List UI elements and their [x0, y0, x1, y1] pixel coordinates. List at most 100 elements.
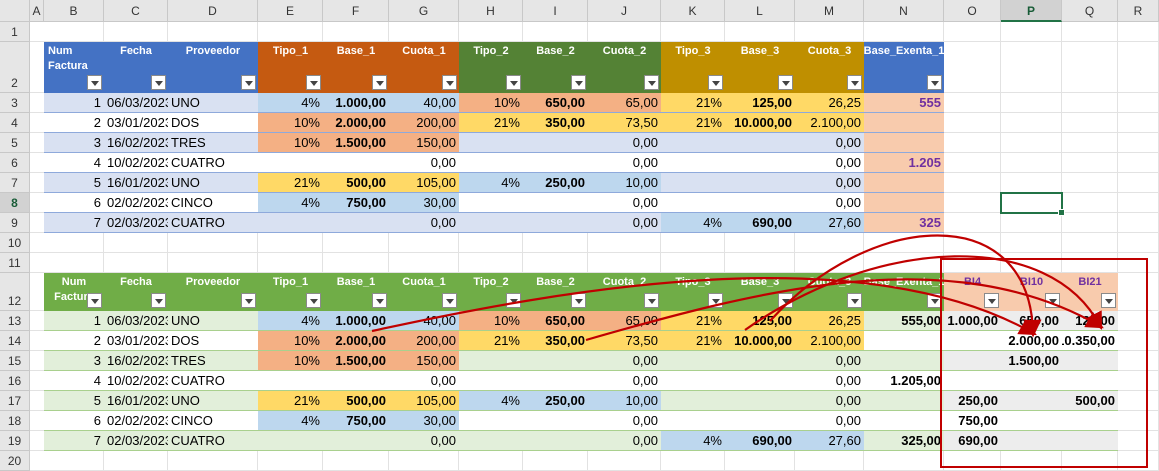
table2-cell[interactable] — [523, 351, 588, 371]
table1-cell[interactable]: 1.500,00 — [323, 133, 389, 153]
select-all-corner[interactable] — [0, 0, 30, 22]
table1-cell[interactable]: 16/02/2023 — [104, 133, 168, 153]
filter-dropdown-icon[interactable] — [151, 293, 166, 308]
table1-cell[interactable]: 2.100,00 — [795, 113, 864, 133]
row-header-12[interactable]: 12 — [0, 273, 30, 311]
table2-cell[interactable] — [323, 431, 389, 451]
filter-dropdown-icon[interactable] — [927, 293, 942, 308]
table2-cell[interactable]: 10% — [258, 351, 323, 371]
column-header-b[interactable]: B — [44, 0, 104, 22]
table1-cell[interactable]: 2.000,00 — [323, 113, 389, 133]
filter-dropdown-icon[interactable] — [927, 75, 942, 90]
table2-cell[interactable]: TRES — [168, 351, 258, 371]
table1-cell[interactable] — [661, 153, 725, 173]
table2-cell[interactable]: 200,00 — [389, 331, 459, 351]
filter-dropdown-icon[interactable] — [306, 75, 321, 90]
table1-cell[interactable]: 03/01/2023 — [104, 113, 168, 133]
table2-cell[interactable]: 0,00 — [795, 351, 864, 371]
table2-cell[interactable] — [661, 351, 725, 371]
table1-cell[interactable] — [725, 193, 795, 213]
table2-cell[interactable]: 16/02/2023 — [104, 351, 168, 371]
column-header-a[interactable]: A — [30, 0, 44, 22]
table2-cell[interactable] — [523, 371, 588, 391]
table2-cell[interactable] — [1001, 431, 1062, 451]
table1-cell[interactable]: 5 — [44, 173, 104, 193]
table2-cell[interactable]: 150,00 — [389, 351, 459, 371]
table1-cell[interactable]: 0,00 — [795, 193, 864, 213]
table1-cell[interactable]: 27,60 — [795, 213, 864, 233]
table1-cell[interactable]: UNO — [168, 173, 258, 193]
table1-cell[interactable]: 21% — [661, 93, 725, 113]
table1-cell[interactable] — [864, 193, 944, 213]
table1-cell[interactable]: CUATRO — [168, 213, 258, 233]
table1-cell[interactable]: 2 — [44, 113, 104, 133]
filter-dropdown-icon[interactable] — [506, 293, 521, 308]
table1-cell[interactable]: 0,00 — [588, 133, 661, 153]
table2-cell[interactable]: 650,00 — [1001, 311, 1062, 331]
row-header-18[interactable]: 18 — [0, 411, 30, 431]
table2-cell[interactable]: 125,00 — [725, 311, 795, 331]
row-header-8[interactable]: 8 — [0, 193, 30, 213]
filter-dropdown-icon[interactable] — [1101, 293, 1116, 308]
table2-cell[interactable]: 21% — [661, 331, 725, 351]
table2-cell[interactable]: 0,00 — [795, 411, 864, 431]
row-header-6[interactable]: 6 — [0, 153, 30, 173]
table2-cell[interactable]: 555,00 — [864, 311, 944, 331]
filter-dropdown-icon[interactable] — [151, 75, 166, 90]
table2-cell[interactable] — [944, 331, 1001, 351]
filter-dropdown-icon[interactable] — [984, 293, 999, 308]
row-header-2[interactable]: 2 — [0, 42, 30, 93]
table2-cell[interactable]: 65,00 — [588, 311, 661, 331]
table1-cell[interactable]: CUATRO — [168, 153, 258, 173]
table2-cell[interactable]: 3 — [44, 351, 104, 371]
table2-cell[interactable]: 2.000,00 — [323, 331, 389, 351]
table1-cell[interactable]: 690,00 — [725, 213, 795, 233]
table1-cell[interactable] — [725, 133, 795, 153]
filter-dropdown-icon[interactable] — [778, 293, 793, 308]
table2-cell[interactable]: 500,00 — [323, 391, 389, 411]
table2-cell[interactable]: 02/02/2023 — [104, 411, 168, 431]
table1-cell[interactable] — [864, 133, 944, 153]
table2-cell[interactable]: UNO — [168, 391, 258, 411]
table2-cell[interactable] — [459, 351, 523, 371]
table1-cell[interactable] — [523, 133, 588, 153]
table1-cell[interactable] — [661, 133, 725, 153]
table1-cell[interactable] — [725, 173, 795, 193]
table1-cell[interactable]: CINCO — [168, 193, 258, 213]
table1-cell[interactable] — [864, 113, 944, 133]
row-header-20[interactable]: 20 — [0, 451, 30, 471]
table2-cell[interactable] — [258, 431, 323, 451]
row-header-3[interactable]: 3 — [0, 93, 30, 113]
filter-dropdown-icon[interactable] — [442, 293, 457, 308]
table2-cell[interactable] — [725, 351, 795, 371]
column-header-c[interactable]: C — [104, 0, 168, 22]
filter-dropdown-icon[interactable] — [372, 293, 387, 308]
table1-cell[interactable]: 200,00 — [389, 113, 459, 133]
table2-cell[interactable] — [864, 411, 944, 431]
table1-cell[interactable]: 02/02/2023 — [104, 193, 168, 213]
table2-cell[interactable] — [1062, 351, 1118, 371]
table1-cell[interactable]: 0,00 — [795, 133, 864, 153]
table2-cell[interactable]: 650,00 — [523, 311, 588, 331]
table1-cell[interactable]: 3 — [44, 133, 104, 153]
row-header-4[interactable]: 4 — [0, 113, 30, 133]
table2-cell[interactable] — [1062, 411, 1118, 431]
table2-cell[interactable]: 0,00 — [389, 431, 459, 451]
table1-cell[interactable]: UNO — [168, 93, 258, 113]
table2-cell[interactable]: 0,00 — [588, 351, 661, 371]
table1-cell[interactable]: 150,00 — [389, 133, 459, 153]
table2-cell[interactable]: 4% — [258, 411, 323, 431]
filter-dropdown-icon[interactable] — [87, 293, 102, 308]
table1-cell[interactable]: 4% — [459, 173, 523, 193]
table2-cell[interactable]: 4% — [459, 391, 523, 411]
filter-dropdown-icon[interactable] — [87, 75, 102, 90]
column-header-i[interactable]: I — [523, 0, 588, 22]
table2-cell[interactable] — [1001, 411, 1062, 431]
filter-dropdown-icon[interactable] — [571, 293, 586, 308]
column-header-k[interactable]: K — [661, 0, 725, 22]
table2-cell[interactable] — [864, 391, 944, 411]
table1-cell[interactable]: 1.205 — [864, 153, 944, 173]
table2-cell[interactable]: 16/01/2023 — [104, 391, 168, 411]
column-header-j[interactable]: J — [588, 0, 661, 22]
table2-cell[interactable] — [725, 391, 795, 411]
